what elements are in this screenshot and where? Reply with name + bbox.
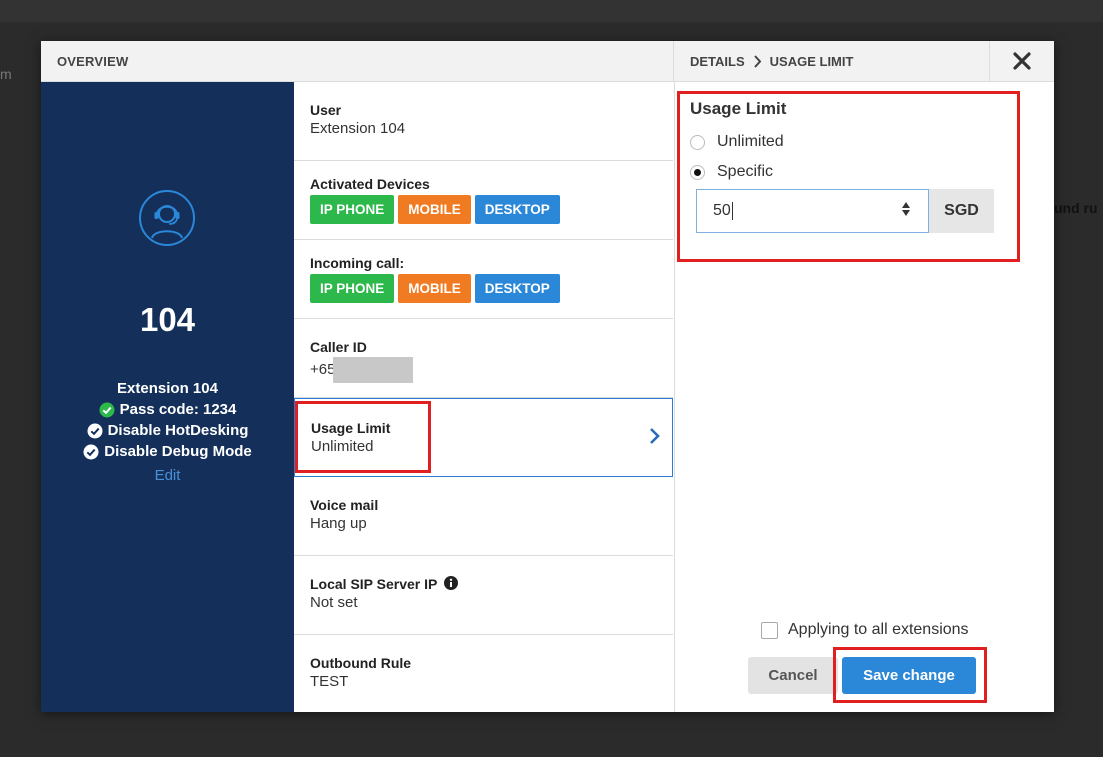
radio-unlimited[interactable]: Unlimited (690, 133, 784, 151)
header-divider (673, 41, 674, 81)
local-sip-value: Not set (310, 594, 358, 611)
hotdesking-text: Disable HotDesking (107, 422, 249, 439)
caller-id-value: +65 (310, 357, 673, 383)
detail-row-local-sip[interactable]: Local SIP Server IP Not set (294, 556, 673, 635)
check-circle-icon (83, 444, 99, 459)
outbound-rule-value: TEST (310, 673, 349, 690)
outbound-rule-label: Outbound Rule (310, 655, 412, 671)
activated-devices-label: Activated Devices (310, 176, 430, 192)
radio-specific-label: Specific (717, 163, 774, 180)
detail-list: User Extension 104 Activated Devices IP … (294, 82, 675, 712)
amount-stepper[interactable] (902, 202, 910, 216)
modal-header: OVERVIEW DETAILS USAGE LIMIT (41, 41, 1054, 82)
info-icon[interactable] (444, 576, 459, 590)
background-header (0, 0, 1103, 22)
chevron-right-icon (753, 55, 762, 68)
radio-unlimited-control[interactable] (690, 134, 705, 150)
save-change-button[interactable]: Save change (842, 657, 976, 694)
caller-id-label: Caller ID (310, 339, 367, 355)
local-sip-label: Local SIP Server IP (310, 576, 438, 592)
chevron-right-icon (650, 428, 660, 444)
incoming-call-tags: IP PHONE MOBILE DESKTOP (310, 274, 673, 303)
stepper-up-icon[interactable] (902, 202, 910, 208)
usage-limit-value: Unlimited (311, 438, 374, 455)
currency-unit: SGD (929, 189, 994, 233)
tag-ip-phone: IP PHONE (310, 274, 395, 303)
headset-user-icon (139, 190, 195, 246)
background-text-left: m (0, 66, 12, 82)
usage-limit-label: Usage Limit (311, 420, 391, 436)
pass-code-text: Pass code: 1234 (119, 401, 237, 418)
detail-row-outbound-rule[interactable]: Outbound Rule TEST (294, 635, 673, 712)
overview-title: OVERVIEW (57, 54, 129, 69)
apply-all-label: Applying to all extensions (788, 621, 969, 638)
amount-input[interactable]: 50 (696, 189, 929, 233)
redaction-mask (333, 357, 414, 383)
close-button[interactable] (990, 41, 1054, 81)
check-circle-icon (99, 402, 115, 417)
background-text-right: und ru (1054, 200, 1098, 216)
radio-specific-control[interactable] (690, 164, 705, 180)
stepper-down-icon[interactable] (902, 210, 910, 216)
local-sip-label-line: Local SIP Server IP (310, 576, 673, 592)
extension-profile-panel: 104 Extension 104 Pass code: 1234 Disabl… (41, 82, 294, 712)
detail-row-activated-devices[interactable]: Activated Devices IP PHONE MOBILE DESKTO… (294, 161, 673, 240)
debug-mode-text: Disable Debug Mode (104, 443, 252, 460)
radio-specific[interactable]: Specific (690, 163, 773, 181)
tag-ip-phone: IP PHONE (310, 195, 395, 224)
voice-mail-label: Voice mail (310, 497, 379, 513)
extension-overview-modal: OVERVIEW DETAILS USAGE LIMIT 104 Extensi… (41, 41, 1054, 712)
detail-row-voice-mail[interactable]: Voice mail Hang up (294, 477, 673, 556)
breadcrumb-current: USAGE LIMIT (769, 54, 854, 69)
breadcrumb: DETAILS USAGE LIMIT (690, 54, 853, 69)
edit-link[interactable]: Edit (41, 467, 294, 484)
radio-selected-dot (694, 168, 701, 176)
apply-all-checkbox-row[interactable]: Applying to all extensions (761, 621, 969, 639)
check-circle-icon (87, 423, 103, 438)
tag-mobile: MOBILE (398, 274, 471, 303)
caller-id-prefix: +65 (310, 360, 336, 378)
radio-unlimited-label: Unlimited (717, 133, 784, 150)
incoming-call-label: Incoming call: (310, 255, 405, 271)
debug-mode-line: Disable Debug Mode (41, 443, 294, 460)
usage-limit-form: Usage Limit Unlimited Specific 50 SGD Ap… (675, 82, 1054, 712)
cancel-button[interactable]: Cancel (748, 657, 838, 694)
breadcrumb-details[interactable]: DETAILS (690, 54, 745, 69)
tag-desktop: DESKTOP (474, 195, 560, 224)
extension-name: Extension 104 (117, 380, 218, 397)
usage-limit-title: Usage Limit (690, 99, 787, 118)
activated-devices-tags: IP PHONE MOBILE DESKTOP (310, 195, 673, 224)
user-value: Extension 104 (310, 120, 406, 137)
detail-row-user[interactable]: User Extension 104 (294, 82, 673, 161)
tag-desktop: DESKTOP (474, 274, 560, 303)
user-label: User (310, 102, 342, 118)
tag-mobile: MOBILE (398, 195, 471, 224)
detail-row-caller-id[interactable]: Caller ID +65 (294, 319, 673, 398)
detail-row-usage-limit[interactable]: Usage Limit Unlimited (294, 398, 673, 477)
close-icon (1013, 52, 1031, 70)
extension-number: 104 (139, 301, 196, 338)
amount-value: 50 (713, 202, 731, 219)
apply-all-checkbox[interactable] (761, 621, 778, 639)
detail-row-incoming-call[interactable]: Incoming call: IP PHONE MOBILE DESKTOP (294, 240, 673, 319)
voice-mail-value: Hang up (310, 515, 367, 532)
text-cursor (731, 202, 733, 220)
hotdesking-line: Disable HotDesking (41, 422, 294, 439)
pass-code-line: Pass code: 1234 (41, 401, 294, 418)
